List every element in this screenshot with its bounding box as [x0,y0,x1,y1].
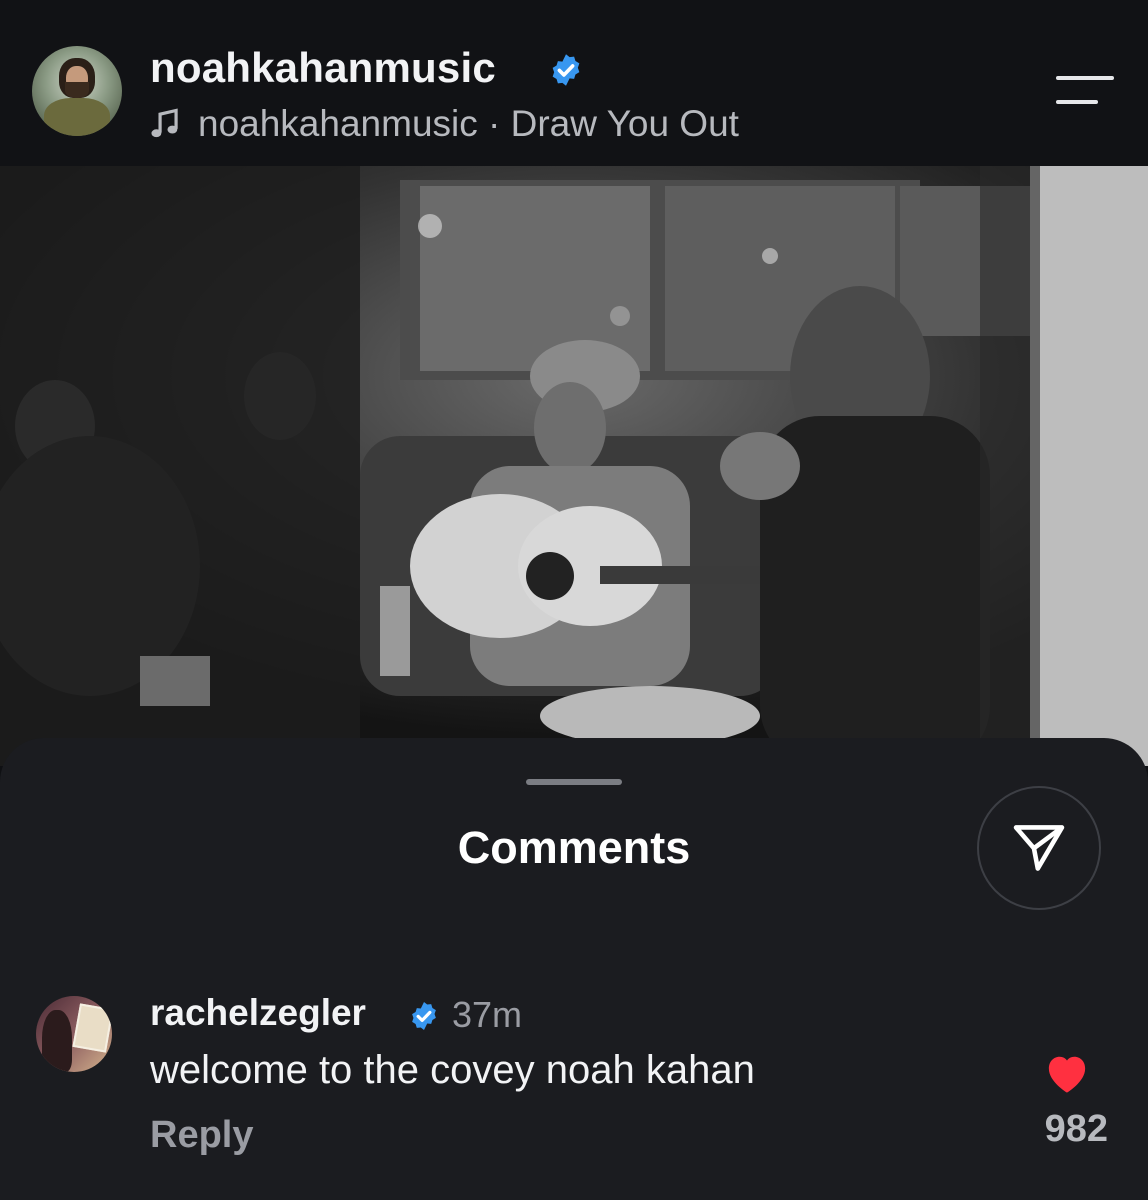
post-header: noahkahanmusic noahkahanmusic · Draw You… [0,0,1148,166]
comments-sheet: Comments rachelzegler 37m welcome to the… [0,738,1148,1200]
share-button[interactable] [977,786,1101,910]
commenter-avatar[interactable] [36,996,112,1072]
heart-icon[interactable] [1044,1052,1090,1094]
like-count: 982 [1044,1108,1108,1150]
comment-text: welcome to the covey noah kahan [150,1048,755,1092]
audio-artist: noahkahanmusic [198,103,478,144]
comment-timestamp: 37m [452,994,523,1035]
commenter-username[interactable]: rachelzegler [150,992,366,1034]
photo-scene [0,166,1148,766]
send-icon [1013,825,1065,871]
comment-item: rachelzegler 37m welcome to the covey no… [0,988,1148,1200]
comments-title: Comments [457,822,691,873]
author-avatar[interactable] [32,46,122,136]
verified-badge-icon [412,1002,436,1030]
post-photo[interactable] [0,166,1148,766]
verified-badge-icon [552,54,580,86]
reply-button[interactable]: Reply [150,1114,253,1157]
audio-separator: · [477,103,511,144]
audio-title: Draw You Out [510,103,739,144]
author-username[interactable]: noahkahanmusic [150,44,496,92]
audio-attribution[interactable]: noahkahanmusic · Draw You Out [150,102,739,146]
music-note-icon [151,108,178,138]
sheet-drag-handle[interactable] [526,779,622,785]
menu-icon[interactable] [1056,74,1114,106]
